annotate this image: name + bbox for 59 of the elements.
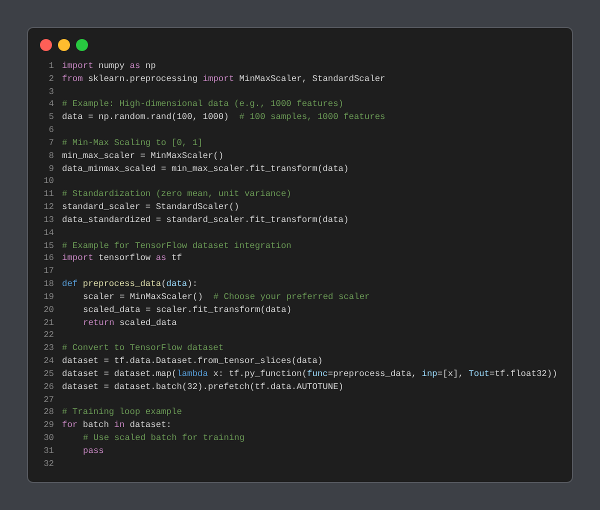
maximize-button[interactable] <box>76 39 88 51</box>
code-line: # Use scaled batch for training <box>83 432 245 445</box>
code-line: for batch in dataset: <box>62 419 172 432</box>
line-number: 13 <box>42 214 54 227</box>
code-line: scaled_data = scaler.fit_transform(data) <box>83 304 292 317</box>
code-line: # Min-Max Scaling to [0, 1] <box>62 136 203 150</box>
line-number: 22 <box>42 329 54 342</box>
line-number: 27 <box>42 394 54 406</box>
code-line: # Example for TensorFlow dataset integration <box>62 240 292 252</box>
line-number: 9 <box>48 162 54 176</box>
code-line: data = np.random.rand(100, 1000) # 100 samples, 1000 features <box>62 111 386 124</box>
line-number: 1 <box>48 60 54 73</box>
line-number: 23 <box>42 342 54 356</box>
line-number: 24 <box>42 355 54 368</box>
code-line: # Example: High-dimensional data (e.g., 1000 features) <box>62 98 344 112</box>
code-line: data_standardized = standard_scaler.fit_transform(data) <box>62 214 349 227</box>
line-number: 15 <box>42 240 54 252</box>
line-number: 7 <box>48 136 54 150</box>
line-number: 3 <box>48 86 54 98</box>
line-number: 18 <box>42 278 54 291</box>
line-number: 31 <box>42 444 54 458</box>
line-number: 17 <box>42 265 54 278</box>
code-line: # Convert to TensorFlow dataset <box>62 342 224 356</box>
line-number: 32 <box>42 458 54 470</box>
line-number: 11 <box>42 188 54 202</box>
code-line: dataset = dataset.map(lambda x: tf.py_function(func=preprocess_data, inp=[x], Tout=tf.float32)) <box>62 368 558 381</box>
code-line: standard_scaler = StandardScaler() <box>62 201 240 214</box>
code-line: scaler = MinMaxScaler() # Choose your preferred scaler <box>83 290 370 304</box>
line-number: 12 <box>42 201 54 214</box>
line-number: 26 <box>42 380 54 394</box>
line-number: 2 <box>48 72 54 86</box>
code-line: data_minmax_scaled = min_max_scaler.fit_transform(data) <box>62 162 349 176</box>
code-line: dataset = tf.data.Dataset.from_tensor_slices(data) <box>62 355 323 368</box>
code-line: dataset = dataset.batch(32).prefetch(tf.data.AUTOTUNE) <box>62 380 344 394</box>
line-number: 6 <box>48 124 54 137</box>
close-button[interactable] <box>40 39 52 51</box>
line-number: 5 <box>48 111 54 124</box>
code-line: import tensorflow as tf <box>62 252 182 266</box>
code-line: pass <box>83 444 104 458</box>
line-number: 21 <box>42 316 54 330</box>
code-line: # Standardization (zero mean, unit variance) <box>62 188 292 202</box>
line-number: 10 <box>42 175 54 188</box>
line-number: 25 <box>42 368 54 381</box>
code-line: # Training loop example <box>62 406 182 420</box>
code-line: from sklearn.preprocessing import MinMaxScaler, StandardScaler <box>62 72 386 86</box>
line-number: 20 <box>42 304 54 317</box>
line-number: 8 <box>48 150 54 163</box>
line-number: 14 <box>42 226 54 240</box>
line-number: 19 <box>42 290 54 304</box>
line-number: 4 <box>48 98 54 112</box>
code-line: import numpy as np <box>62 60 156 73</box>
line-number: 29 <box>42 419 54 432</box>
minimize-button[interactable] <box>58 39 70 51</box>
line-number: 30 <box>42 432 54 445</box>
line-number: 28 <box>42 406 54 420</box>
code-line: return scaled_data <box>83 316 177 330</box>
code-line: min_max_scaler = MinMaxScaler() <box>62 150 224 163</box>
line-number: 16 <box>42 252 54 266</box>
code-line: def preprocess_data(data): <box>62 278 198 291</box>
